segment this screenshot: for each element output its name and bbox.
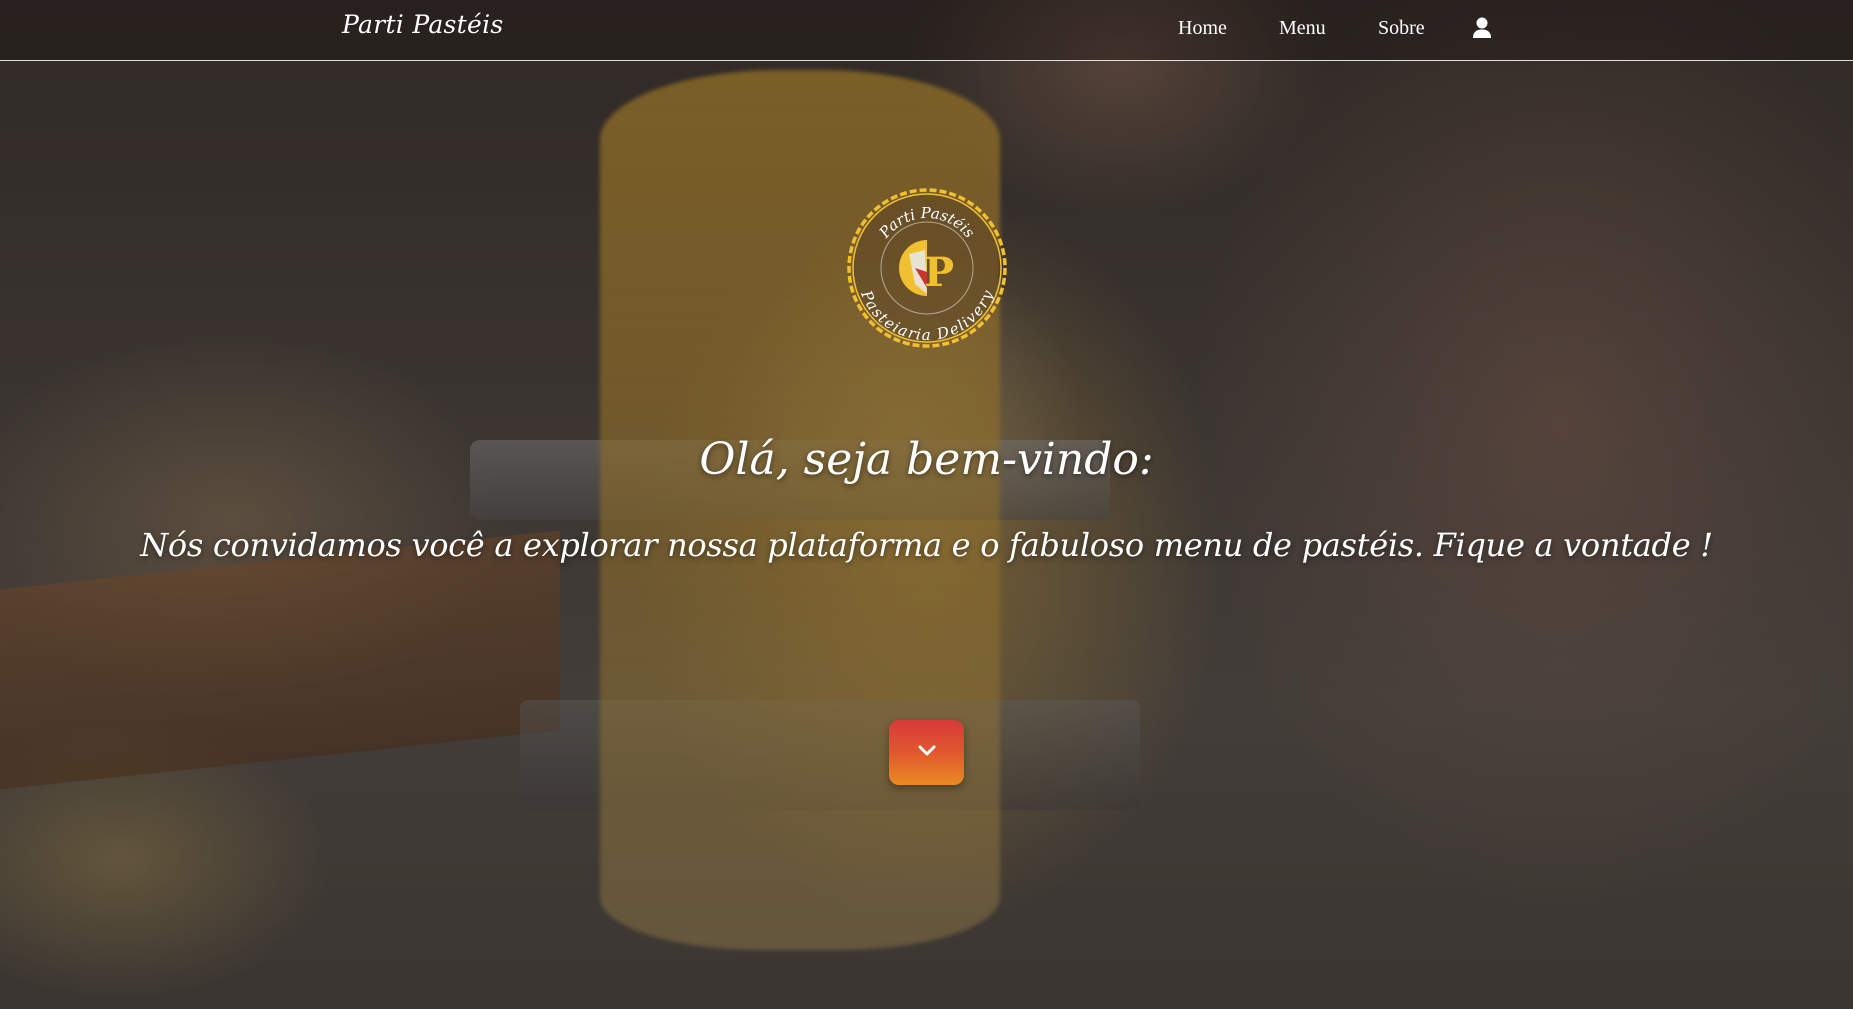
brand-link[interactable]: Parti Pastéis	[342, 10, 504, 39]
scroll-down-button[interactable]	[889, 720, 964, 785]
brand-logo: P Parti Pastéis Pasteiaria Delivery	[843, 184, 1011, 352]
background-overlay	[0, 0, 1853, 1009]
chevron-down-icon	[918, 744, 936, 762]
hero-section: Parti Pastéis Home Menu Sobre P Parti Pa…	[0, 0, 1853, 1009]
nav-home-link[interactable]: Home	[1178, 17, 1227, 40]
nav-sobre-link[interactable]: Sobre	[1378, 17, 1425, 40]
welcome-subtitle: Nós convidamos você a explorar nossa pla…	[140, 526, 1713, 564]
navbar: Parti Pastéis Home Menu Sobre	[0, 0, 1853, 61]
welcome-heading: Olá, seja bem-vindo:	[699, 434, 1154, 485]
nav-menu-link[interactable]: Menu	[1279, 17, 1326, 40]
user-icon[interactable]	[1472, 17, 1492, 39]
logo-monogram: P	[924, 249, 954, 296]
